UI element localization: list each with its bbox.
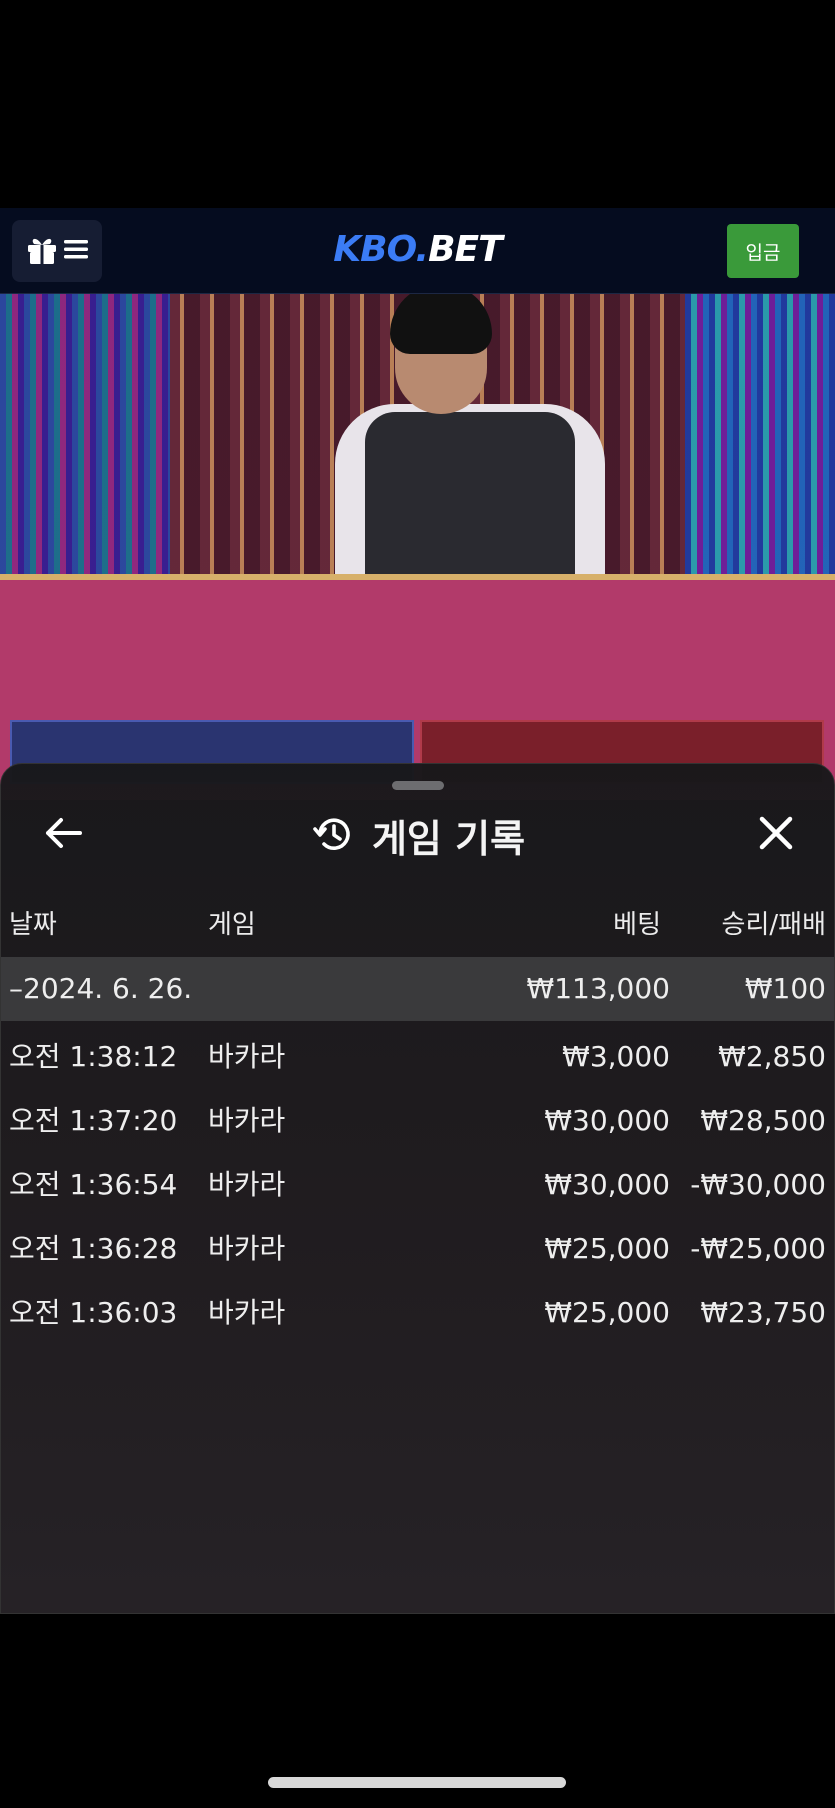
row-result: ₩2,850 [718, 1040, 826, 1073]
row-game: 바카라 [208, 1104, 286, 1137]
row-bet: ₩3,000 [562, 1040, 670, 1073]
row-time: 오전 1:36:54 [9, 1168, 178, 1201]
home-indicator[interactable] [268, 1777, 566, 1788]
app-header: KBO.BET 입금 [0, 208, 835, 294]
row-bet: ₩30,000 [544, 1104, 670, 1137]
row-bet: ₩25,000 [544, 1296, 670, 1329]
background-curtain-left [0, 294, 170, 594]
logo-secondary: BET [428, 229, 503, 270]
history-icon [312, 813, 354, 859]
row-bet: ₩25,000 [544, 1232, 670, 1265]
close-icon [758, 815, 794, 855]
row-time: 오전 1:37:20 [9, 1104, 178, 1137]
sheet-grab-handle[interactable] [392, 781, 444, 790]
date-group-label: –2024. 6. 26. [9, 972, 193, 1005]
row-time: 오전 1:36:28 [9, 1232, 178, 1265]
history-row[interactable]: 오전 1:36:54 바카라 ₩30,000 -₩30,000 [1, 1149, 834, 1213]
row-game: 바카라 [208, 1296, 286, 1329]
status-bar [0, 0, 835, 208]
date-group-result-total: ₩100 [744, 972, 826, 1005]
dealer-hair [390, 294, 492, 354]
sheet-title-text: 게임 기록 [371, 817, 526, 861]
background-curtain-right [685, 294, 835, 594]
history-row[interactable]: 오전 1:36:28 바카라 ₩25,000 -₩25,000 [1, 1213, 834, 1277]
column-header-date: 날짜 [9, 910, 57, 940]
date-group-row[interactable]: –2024. 6. 26. ₩113,000 ₩100 [1, 957, 834, 1021]
row-game: 바카라 [208, 1232, 286, 1265]
row-result: -₩25,000 [690, 1232, 826, 1265]
column-header-bet: 베팅 [613, 910, 661, 940]
logo-primary: KBO. [333, 229, 429, 270]
history-row[interactable]: 오전 1:37:20 바카라 ₩30,000 ₩28,500 [1, 1085, 834, 1149]
row-bet: ₩30,000 [544, 1168, 670, 1201]
column-header-result: 승리/패배 [721, 910, 826, 940]
history-row[interactable]: 오전 1:36:03 바카라 ₩25,000 ₩23,750 [1, 1277, 834, 1341]
row-result: ₩23,750 [700, 1296, 826, 1329]
row-time: 오전 1:36:03 [9, 1296, 178, 1329]
row-game: 바카라 [208, 1040, 286, 1073]
column-header-game: 게임 [208, 910, 256, 940]
row-time: 오전 1:38:12 [9, 1040, 178, 1073]
sheet-title: 게임 기록 [1, 808, 835, 863]
date-group-bet-total: ₩113,000 [526, 972, 670, 1005]
kbo-bet-logo[interactable]: KBO.BET [0, 228, 835, 272]
history-row[interactable]: 오전 1:38:12 바카라 ₩3,000 ₩2,850 [1, 1021, 834, 1085]
row-result: -₩30,000 [690, 1168, 826, 1201]
deposit-button[interactable]: 입금 [727, 224, 799, 278]
game-history-sheet: 게임 기록 날짜 게임 베팅 승리/패배 –2024. 6. 26. ₩113,… [0, 763, 835, 1614]
row-result: ₩28,500 [700, 1104, 826, 1137]
row-game: 바카라 [208, 1168, 286, 1201]
close-button[interactable] [750, 809, 802, 861]
